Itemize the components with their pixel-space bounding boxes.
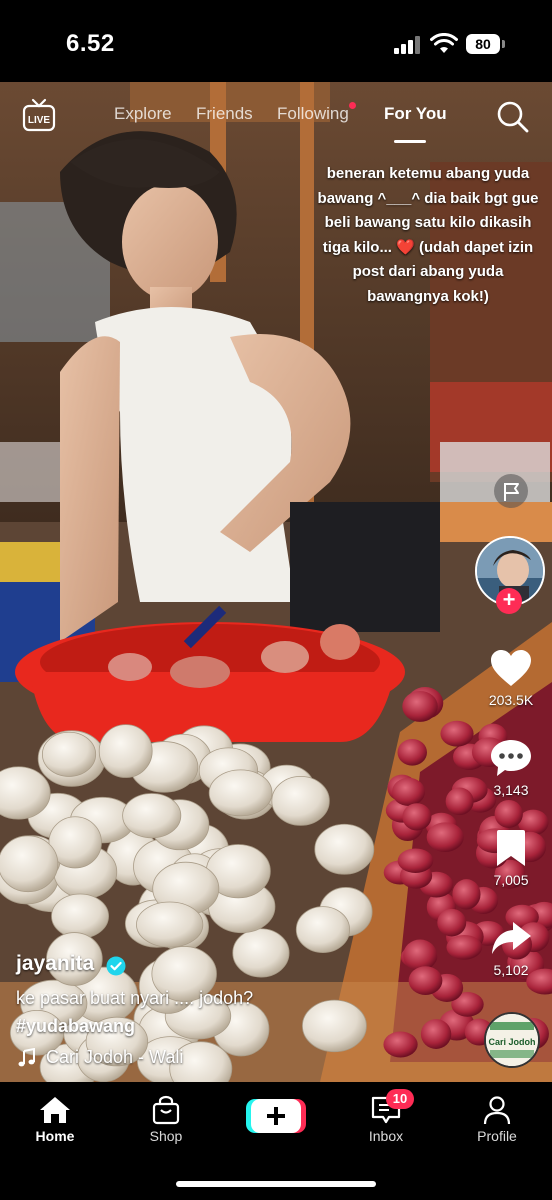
garlic-bulb	[271, 775, 330, 826]
shallot-bulb	[392, 777, 425, 807]
search-icon[interactable]	[496, 100, 530, 134]
create-post-button[interactable]	[246, 1097, 306, 1135]
shallot-bulb	[397, 739, 427, 766]
share-button[interactable]: 5,102	[476, 918, 546, 978]
nav-inbox-label: Inbox	[368, 1128, 404, 1144]
garlic-bulb	[41, 731, 97, 777]
overlay-heart-emoji: ❤️	[396, 238, 415, 256]
music-note-icon	[18, 1048, 35, 1067]
nav-shop[interactable]: Shop	[126, 1095, 206, 1144]
inbox-notification-badge: 10	[386, 1089, 414, 1109]
tab-following[interactable]: Following	[277, 104, 349, 124]
tab-friends[interactable]: Friends	[196, 104, 253, 124]
sound-cover-text: Cari Jodoh	[488, 1037, 535, 1047]
shallot-bulb	[445, 787, 474, 816]
garlic-bulb	[208, 769, 273, 817]
live-label: LIVE	[28, 115, 51, 126]
garlic-bulb	[98, 724, 153, 778]
active-tab-indicator	[394, 140, 426, 143]
shallot-bulb	[494, 799, 523, 828]
nav-shop-label: Shop	[149, 1128, 183, 1144]
like-count: 203.5K	[488, 692, 534, 708]
video-text-overlay: beneran ketemu abang yuda bawang ^___^ d…	[312, 162, 544, 309]
following-notification-dot	[349, 102, 356, 109]
save-count: 7,005	[493, 872, 529, 888]
home-icon	[40, 1097, 70, 1123]
shallot-bulb	[402, 803, 432, 831]
garlic-bulb	[0, 835, 59, 893]
shallot-bulb	[397, 848, 434, 873]
shallot-bulb	[403, 939, 438, 972]
like-button[interactable]: 203.5K	[476, 648, 546, 708]
wifi-icon	[430, 33, 458, 53]
verified-badge-icon	[106, 956, 126, 976]
shallot-bulb	[440, 720, 474, 747]
tab-explore[interactable]: Explore	[114, 104, 172, 124]
garlic-bulb	[122, 793, 182, 839]
shallot-bulb	[383, 1031, 418, 1058]
garlic-bulb	[314, 823, 375, 875]
report-flag-icon[interactable]	[494, 474, 528, 508]
top-navigation: LIVE Explore Friends Following For You	[0, 82, 552, 152]
nav-profile-label: Profile	[477, 1128, 517, 1144]
shallot-bulb	[437, 908, 467, 937]
status-bar: 6.52 80	[0, 0, 552, 82]
tab-for-you[interactable]: For You	[384, 104, 447, 124]
save-button[interactable]: 7,005	[476, 828, 546, 888]
cellular-signal-icon	[394, 36, 422, 54]
garlic-bulb	[51, 893, 109, 939]
nav-home[interactable]: Home	[15, 1095, 95, 1144]
hashtag-link[interactable]: #yudabawang	[16, 1016, 135, 1037]
nav-home-label: Home	[35, 1128, 75, 1144]
sound-name-link[interactable]: Cari Jodoh - Wali	[46, 1047, 183, 1068]
shallot-bulb	[426, 822, 464, 852]
garlic-bulb	[295, 906, 351, 953]
heart-icon	[491, 650, 531, 686]
shallot-bulb	[408, 966, 443, 995]
shallot-bulb	[402, 690, 438, 722]
shallot-bulb	[420, 1019, 452, 1049]
post-description: ke pasar buat nyari .... jodoh?	[16, 988, 254, 1008]
comment-button[interactable]: 3,143	[476, 738, 546, 798]
creator-avatar-button[interactable]: +	[475, 536, 545, 614]
garlic-bulb	[136, 901, 204, 948]
home-indicator[interactable]	[176, 1181, 376, 1187]
battery-indicator: 80	[466, 34, 500, 54]
creator-username[interactable]: jayanita	[16, 952, 94, 976]
live-tv-icon[interactable]: LIVE	[22, 98, 56, 132]
shopping-bag-icon	[152, 1095, 180, 1125]
comment-count: 3,143	[493, 782, 529, 798]
share-count: 5,102	[493, 962, 529, 978]
follow-plus-icon[interactable]: +	[496, 588, 522, 614]
nav-profile[interactable]: Profile	[457, 1095, 537, 1144]
garlic-bulb	[232, 928, 290, 978]
comment-icon	[491, 740, 531, 776]
sound-cover-image: Cari Jodoh	[486, 1014, 538, 1066]
battery-tip	[502, 40, 505, 48]
share-arrow-icon	[492, 922, 531, 954]
sound-disc-button[interactable]: Cari Jodoh	[484, 1012, 540, 1068]
bookmark-icon	[497, 830, 525, 866]
status-time: 6.52	[66, 30, 115, 57]
garlic-bulb	[302, 999, 367, 1053]
profile-person-icon	[483, 1096, 511, 1125]
